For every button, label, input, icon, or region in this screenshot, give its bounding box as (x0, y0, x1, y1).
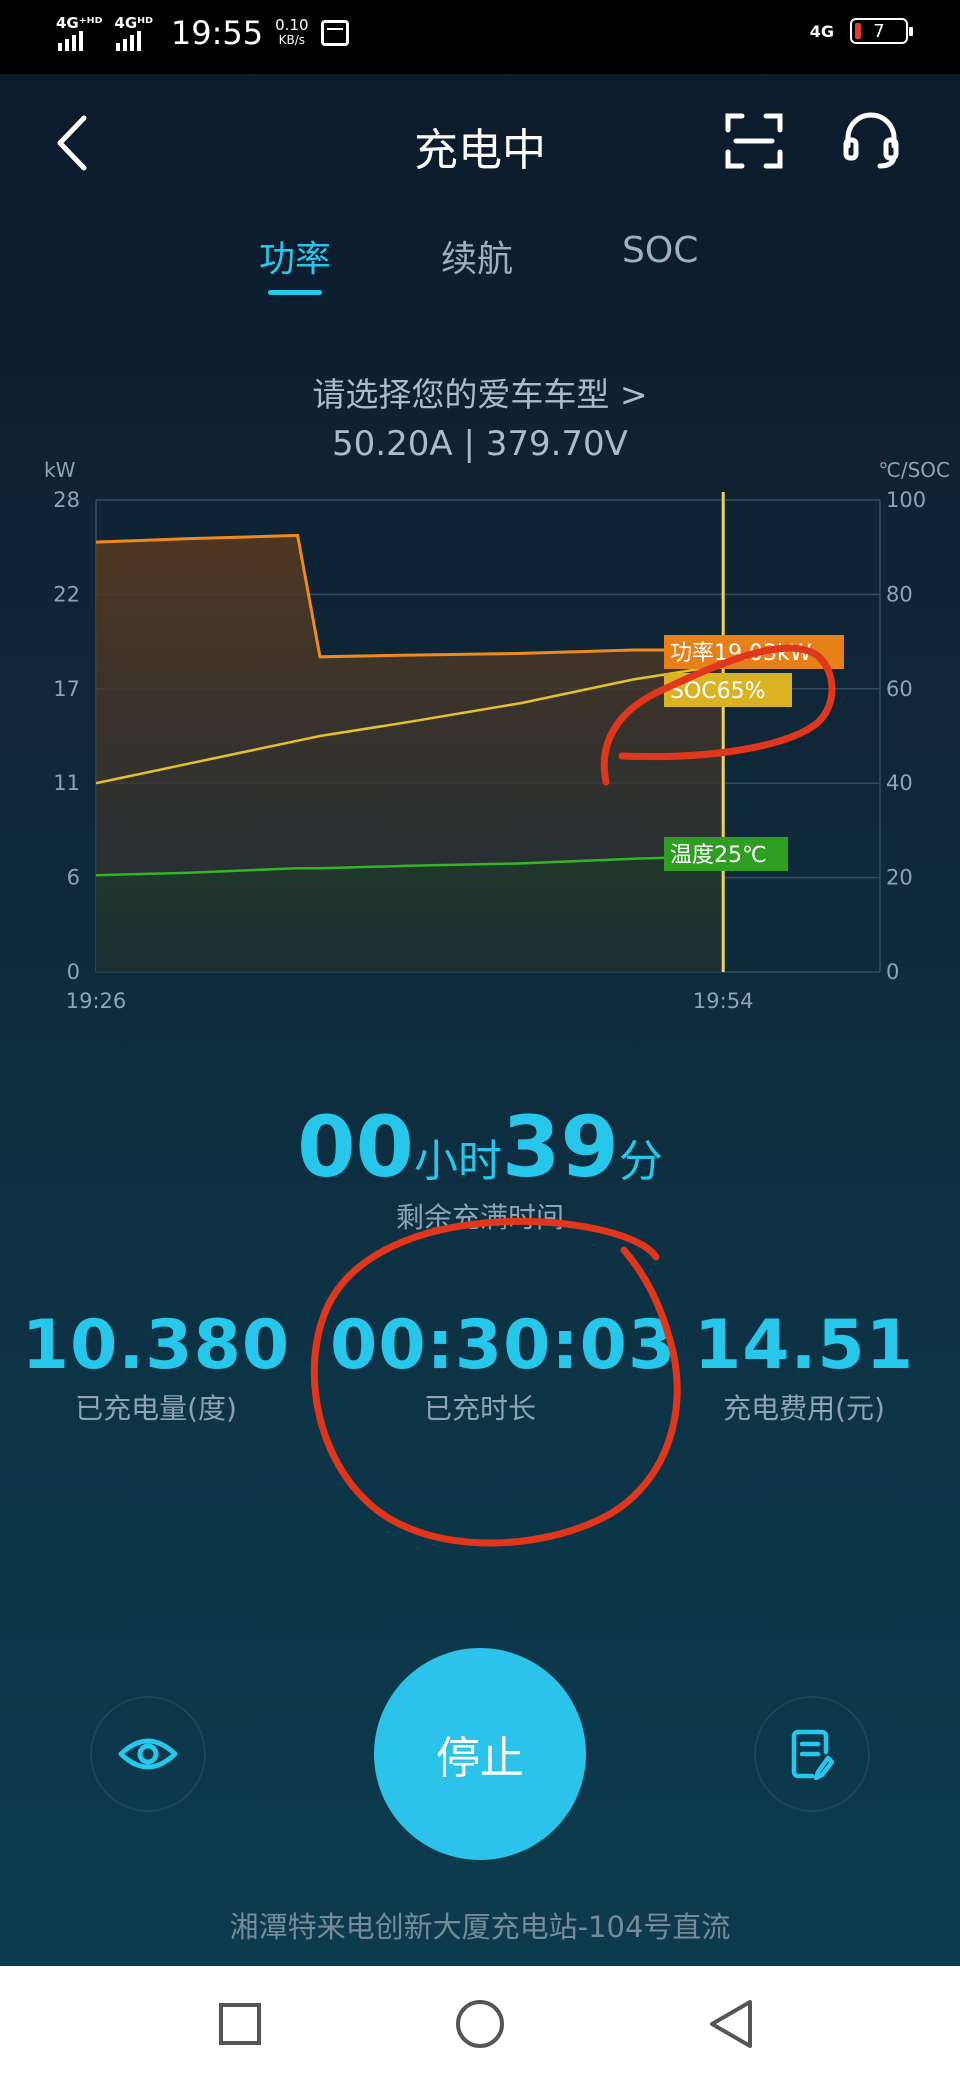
signal-icon-1: 4G⁺ᴴᴰ (56, 15, 102, 51)
right-axis-unit: ℃/SOC (878, 460, 950, 482)
remaining-minutes-unit: 分 (618, 1136, 663, 1187)
soc-tag-label: SOC65% (670, 679, 766, 704)
remaining-hours-unit: 小时 (414, 1136, 502, 1187)
network-type: 4G (809, 21, 834, 41)
right-axis-tick: 80 (886, 582, 913, 606)
left-axis-tick: 22 (53, 582, 80, 606)
x-axis-tick: 19:54 (693, 989, 754, 1013)
square-icon (219, 2003, 261, 2045)
x-axis-tick: 19:26 (66, 989, 127, 1013)
remaining-time-label: 剩余充满时间 (395, 1201, 564, 1234)
left-axis-unit: kW (44, 460, 76, 482)
customer-service-button[interactable] (842, 110, 900, 170)
current-voltage-reading: 50.20A | 379.70V (332, 424, 628, 464)
circle-icon (456, 2000, 504, 2048)
monitor-button[interactable] (90, 1696, 206, 1812)
scan-icon (725, 113, 783, 169)
battery-level: 7 (873, 20, 885, 42)
tab-soc[interactable]: SOC (622, 230, 698, 271)
network-speed: 0.10 KB/s (275, 16, 309, 48)
power-tag-label: 功率19.03kW (670, 641, 812, 666)
duration-value: 00:30:03 (330, 1306, 677, 1385)
back-nav-button[interactable] (704, 1996, 760, 2052)
document-edit-icon (791, 1729, 834, 1780)
left-axis-tick: 0 (67, 960, 80, 984)
tab-indicator (268, 290, 322, 295)
soc-tag: SOC65% (664, 673, 792, 707)
right-axis-tick: 20 (886, 866, 913, 890)
battery-icon: 7 (850, 18, 913, 44)
left-axis-tick: 28 (53, 488, 80, 512)
cost-value: 14.51 (693, 1306, 915, 1385)
tab-power[interactable]: 功率 (259, 230, 331, 282)
cost-label: 充电费用(元) (723, 1392, 885, 1425)
order-details-button[interactable] (754, 1696, 870, 1812)
scan-button[interactable] (724, 110, 784, 172)
tab-bar: 功率 续航 SOC (0, 230, 960, 300)
remaining-hours: 00 (297, 1098, 414, 1196)
energy-label: 已充电量(度) (75, 1392, 237, 1425)
cost-stat: 14.51 充电费用(元) (654, 1306, 954, 1427)
power-chart: kW ℃/SOC 282217116010080604020019:26 19:5… (44, 460, 950, 1013)
tab-range[interactable]: 续航 (441, 230, 513, 282)
status-bar: 4G⁺ᴴᴰ 4Gᴴᴰ 19:55 0.10 KB/s 4G 7 (0, 0, 960, 74)
eye-icon (118, 1738, 178, 1770)
left-axis-tick: 17 (53, 677, 80, 701)
remaining-time: 00小时39分 (0, 1098, 960, 1196)
triangle-back-icon (710, 2000, 752, 2048)
headset-icon (843, 112, 899, 169)
energy-value: 10.380 (21, 1306, 291, 1385)
right-axis-tick: 100 (886, 488, 926, 512)
duration-stat: 00:30:03 已充时长 (330, 1306, 677, 1427)
right-axis-tick: 0 (886, 960, 899, 984)
car-model-selector[interactable]: 请选择您的爱车车型 > (0, 368, 960, 416)
charging-screen: 4G⁺ᴴᴰ 4Gᴴᴰ 19:55 0.10 KB/s 4G 7 充电中 功率 续… (0, 0, 960, 1966)
page-title: 充电中 (414, 125, 546, 176)
station-name: 湘潭特来电创新大厦充电站-104号直流 (229, 1910, 731, 1944)
power-tag: 功率19.03kW (664, 635, 844, 669)
duration-label: 已充时长 (423, 1392, 536, 1425)
temperature-tag: 温度25℃ (664, 837, 788, 871)
stop-button[interactable]: 停止 (374, 1648, 586, 1860)
status-time: 19:55 (170, 14, 264, 52)
energy-stat: 10.380 已充电量(度) (6, 1306, 306, 1427)
left-axis-tick: 11 (53, 771, 80, 795)
home-button[interactable] (452, 1996, 508, 2052)
recents-button[interactable] (212, 1996, 268, 2052)
temperature-tag-label: 温度25℃ (670, 843, 767, 868)
calendar-icon (320, 20, 349, 46)
right-axis-tick: 60 (886, 677, 913, 701)
signal-icon-2: 4Gᴴᴰ (114, 15, 153, 51)
system-nav-bar (0, 1966, 960, 2080)
remaining-minutes: 39 (502, 1098, 619, 1196)
left-axis-tick: 6 (67, 866, 80, 890)
header: 充电中 (0, 74, 960, 214)
right-axis-tick: 40 (886, 771, 913, 795)
